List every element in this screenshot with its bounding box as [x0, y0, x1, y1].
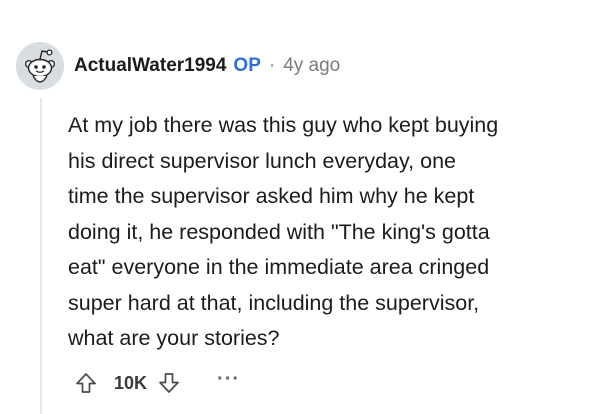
downvote-arrow-icon — [159, 373, 179, 393]
upvote-button[interactable] — [72, 369, 100, 397]
author-username[interactable]: ActualWater1994 — [74, 55, 226, 77]
thread-line[interactable] — [40, 98, 42, 414]
comment-header: ActualWater1994 OP · 4y ago — [16, 42, 340, 90]
upvote-arrow-icon — [76, 373, 96, 393]
snoo-avatar-icon — [16, 42, 64, 90]
meta-separator: · — [268, 55, 276, 76]
op-badge: OP — [233, 55, 261, 76]
downvote-button[interactable] — [155, 369, 183, 397]
more-options-button[interactable]: ··· — [217, 369, 240, 397]
vote-score: 10K — [114, 372, 148, 393]
comment-age: 4y ago — [283, 55, 341, 76]
comment-card: ActualWater1994 OP · 4y ago At my job th… — [0, 0, 600, 414]
avatar[interactable] — [16, 42, 64, 90]
comment-body: At my job there was this guy who kept bu… — [68, 113, 499, 350]
comment-actions: 10K ··· — [72, 366, 240, 400]
